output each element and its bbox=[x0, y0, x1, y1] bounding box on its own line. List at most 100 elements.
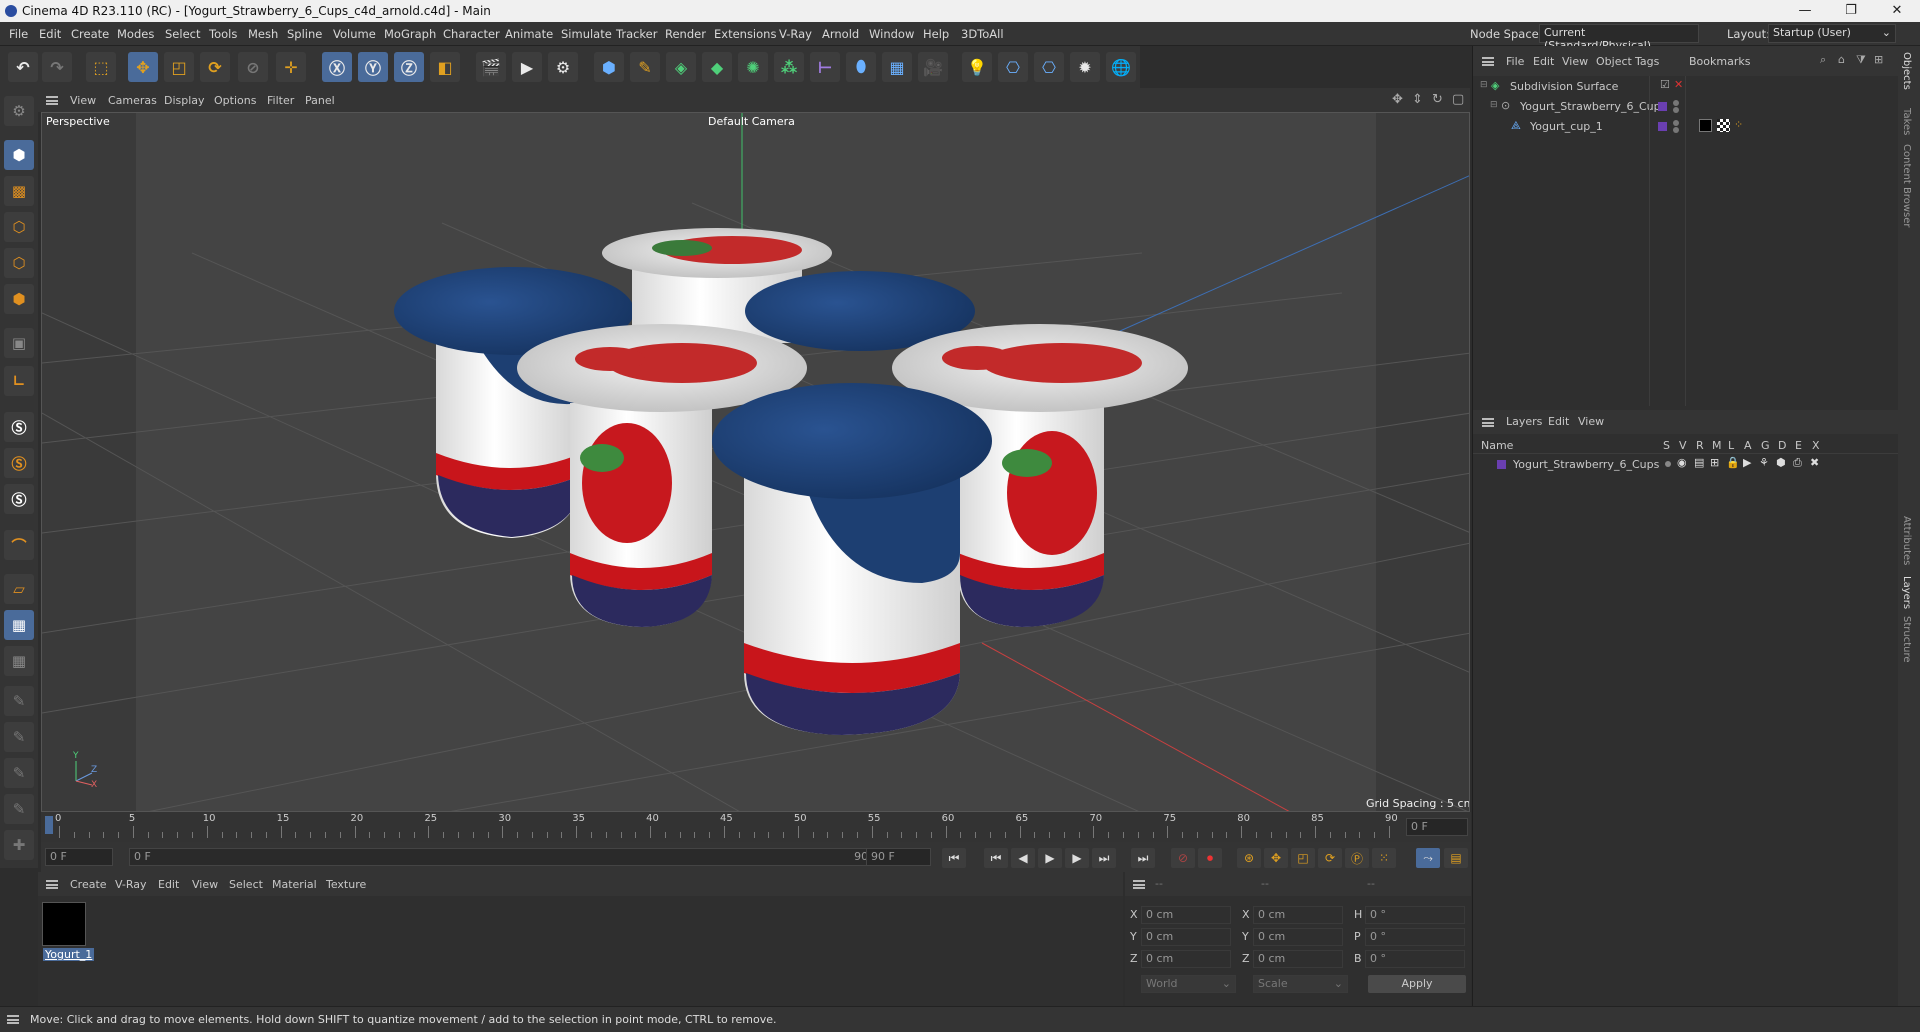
layer-row[interactable]: Yogurt_Strawberry_6_Cups ◉ ▤ ⊞ 🔒 ▶ ⚘ ⬢ ⎙… bbox=[1473, 454, 1899, 474]
material-tag-icon[interactable] bbox=[1699, 119, 1712, 132]
menu-volume[interactable]: Volume bbox=[333, 27, 376, 41]
hamburger-menu-icon[interactable] bbox=[7, 1015, 19, 1024]
maximize-button[interactable]: ❐ bbox=[1828, 0, 1874, 22]
menu-vray[interactable]: V-Ray bbox=[779, 27, 812, 41]
points-mode-icon[interactable]: ⬡ bbox=[4, 212, 34, 242]
material-menu-vray[interactable]: V-Ray bbox=[115, 878, 147, 891]
object-menu-tags[interactable]: Tags bbox=[1635, 55, 1659, 68]
xref-icon[interactable]: ✖ bbox=[1810, 456, 1819, 469]
edges-mode-icon[interactable]: ⬡ bbox=[4, 248, 34, 278]
viewport-menu-view[interactable]: View bbox=[70, 94, 96, 107]
expression-icon[interactable]: ⎙ bbox=[1793, 456, 1802, 470]
snap-settings-icon[interactable]: Ⓢ bbox=[4, 448, 34, 478]
menu-character[interactable]: Character bbox=[443, 27, 500, 41]
object-menu-bookmarks[interactable]: Bookmarks bbox=[1689, 55, 1750, 68]
magnet-icon[interactable]: ⌒ bbox=[4, 530, 34, 560]
menu-simulate[interactable]: Simulate bbox=[561, 27, 612, 41]
render-settings-icon[interactable]: ⚙ bbox=[548, 52, 578, 82]
y-axis-lock-icon[interactable]: Ⓨ bbox=[358, 52, 388, 82]
size-x-field[interactable]: 0 cm bbox=[1253, 906, 1343, 924]
texture-tag-icon[interactable] bbox=[1717, 119, 1730, 132]
python-icon[interactable]: ⎔ bbox=[998, 52, 1028, 82]
home-icon[interactable]: ⌂ bbox=[1838, 53, 1845, 66]
layer-menu-layers[interactable]: Layers bbox=[1506, 415, 1542, 428]
next-key-icon[interactable]: ⏭ bbox=[1092, 848, 1116, 868]
camera-name[interactable]: Default Camera bbox=[708, 115, 795, 128]
python-generator-icon[interactable]: ⎔ bbox=[1034, 52, 1064, 82]
start-frame-field[interactable]: 0 F bbox=[45, 848, 113, 866]
menu-select[interactable]: Select bbox=[165, 27, 200, 41]
menu-extensions[interactable]: Extensions bbox=[714, 27, 776, 41]
hamburger-menu-icon[interactable] bbox=[1133, 880, 1145, 889]
object-menu-edit[interactable]: Edit bbox=[1533, 55, 1554, 68]
play-icon[interactable]: ▶ bbox=[1038, 848, 1062, 868]
tab-takes[interactable]: Takes bbox=[1901, 108, 1912, 135]
material-menu-material[interactable]: Material bbox=[272, 878, 317, 891]
live-selection-icon[interactable]: ⬚ bbox=[86, 52, 116, 82]
timeline-icon[interactable]: ▤ bbox=[1444, 848, 1468, 868]
z-axis-lock-icon[interactable]: Ⓩ bbox=[394, 52, 424, 82]
render-view-icon[interactable]: 🎬 bbox=[476, 52, 506, 82]
deformer-layer-icon[interactable]: ⬢ bbox=[1776, 456, 1786, 469]
move-tool-icon[interactable]: ✥ bbox=[128, 52, 158, 82]
hamburger-menu-icon[interactable] bbox=[1482, 57, 1494, 66]
render-clapper-icon[interactable]: ▤ bbox=[1694, 456, 1704, 469]
menu-render[interactable]: Render bbox=[665, 27, 706, 41]
next-frame-icon[interactable]: ▶ bbox=[1065, 848, 1089, 868]
camera-icon[interactable]: 🎥 bbox=[918, 52, 948, 82]
object-row-yogurt-cup[interactable]: ⟁ Yogurt_cup_1 ⁘ bbox=[1473, 116, 1899, 136]
hamburger-menu-icon[interactable] bbox=[46, 96, 58, 105]
texture-mode-icon[interactable]: ▩ bbox=[4, 176, 34, 206]
subdivision-icon[interactable]: ◈ bbox=[666, 52, 696, 82]
redo-icon[interactable]: ↷ bbox=[42, 52, 72, 82]
current-frame-field[interactable]: 0 F bbox=[1406, 818, 1468, 836]
snap-icon[interactable]: Ⓢ bbox=[4, 412, 34, 442]
material-swatch[interactable] bbox=[42, 902, 86, 946]
eye-icon[interactable]: ◉ bbox=[1677, 456, 1687, 469]
menu-spline[interactable]: Spline bbox=[287, 27, 322, 41]
workplane-icon[interactable]: ▱ bbox=[4, 574, 34, 604]
axis-move-icon[interactable]: ✛ bbox=[276, 52, 306, 82]
close-button[interactable]: ✕ bbox=[1874, 0, 1920, 22]
viewport-menu-options[interactable]: Options bbox=[214, 94, 256, 107]
layer-color-swatch[interactable] bbox=[1497, 460, 1506, 469]
key-scale-icon[interactable]: ◰ bbox=[1291, 848, 1315, 868]
key-parameter-icon[interactable]: Ⓟ bbox=[1345, 848, 1369, 868]
pen-spline-icon[interactable]: ✎ bbox=[630, 52, 660, 82]
hamburger-menu-icon[interactable] bbox=[46, 880, 58, 889]
tab-content-browser[interactable]: Content Browser bbox=[1901, 144, 1912, 227]
globe-icon[interactable]: 🌐 bbox=[1106, 52, 1136, 82]
menu-file[interactable]: File bbox=[9, 27, 28, 41]
generator-icon[interactable]: ⚘ bbox=[1759, 456, 1769, 469]
perspective-viewport[interactable]: Perspective Default Camera Grid Spacing … bbox=[41, 112, 1470, 812]
extrude-icon[interactable]: ◆ bbox=[702, 52, 732, 82]
viewport-menu-filter[interactable]: Filter bbox=[267, 94, 294, 107]
viewport-menu-cameras[interactable]: Cameras bbox=[108, 94, 157, 107]
object-menu-object[interactable]: Object bbox=[1596, 55, 1632, 68]
render-dot[interactable] bbox=[1673, 107, 1679, 113]
smooth-icon[interactable]: ✎ bbox=[4, 794, 34, 824]
viewport-rotate-icon[interactable]: ↻ bbox=[1432, 92, 1443, 107]
x-axis-lock-icon[interactable]: Ⓧ bbox=[322, 52, 352, 82]
polygons-mode-icon[interactable]: ⬢ bbox=[4, 284, 34, 314]
visibility-dot[interactable] bbox=[1673, 120, 1679, 126]
tab-objects[interactable]: Objects bbox=[1901, 52, 1912, 90]
material-menu-create[interactable]: Create bbox=[70, 878, 107, 891]
object-menu-view[interactable]: View bbox=[1562, 55, 1588, 68]
render-picture-viewer-icon[interactable]: ▶ bbox=[512, 52, 542, 82]
coord-mode-dropdown[interactable]: Scale ⌄ bbox=[1253, 975, 1348, 993]
coordinate-system-icon[interactable]: ◧ bbox=[430, 52, 460, 82]
rotate-tool-icon[interactable]: ⟳ bbox=[200, 52, 230, 82]
weight-icon[interactable]: ✚ bbox=[4, 830, 34, 860]
size-y-field[interactable]: 0 cm bbox=[1253, 928, 1343, 946]
minimize-button[interactable]: — bbox=[1782, 0, 1828, 22]
lock-icon[interactable]: 🔒 bbox=[1726, 456, 1740, 469]
paint-icon[interactable]: ✎ bbox=[4, 686, 34, 716]
model-mode-icon[interactable]: ⚙ bbox=[4, 96, 34, 126]
menu-help[interactable]: Help bbox=[923, 27, 949, 41]
viewport-zoom-icon[interactable]: ⇕ bbox=[1412, 92, 1423, 107]
viewport-move-icon[interactable]: ✥ bbox=[1392, 92, 1403, 107]
key-pla-icon[interactable]: ⁙ bbox=[1372, 848, 1396, 868]
playhead[interactable] bbox=[45, 816, 53, 834]
snap-mode-icon[interactable]: Ⓢ bbox=[4, 484, 34, 514]
